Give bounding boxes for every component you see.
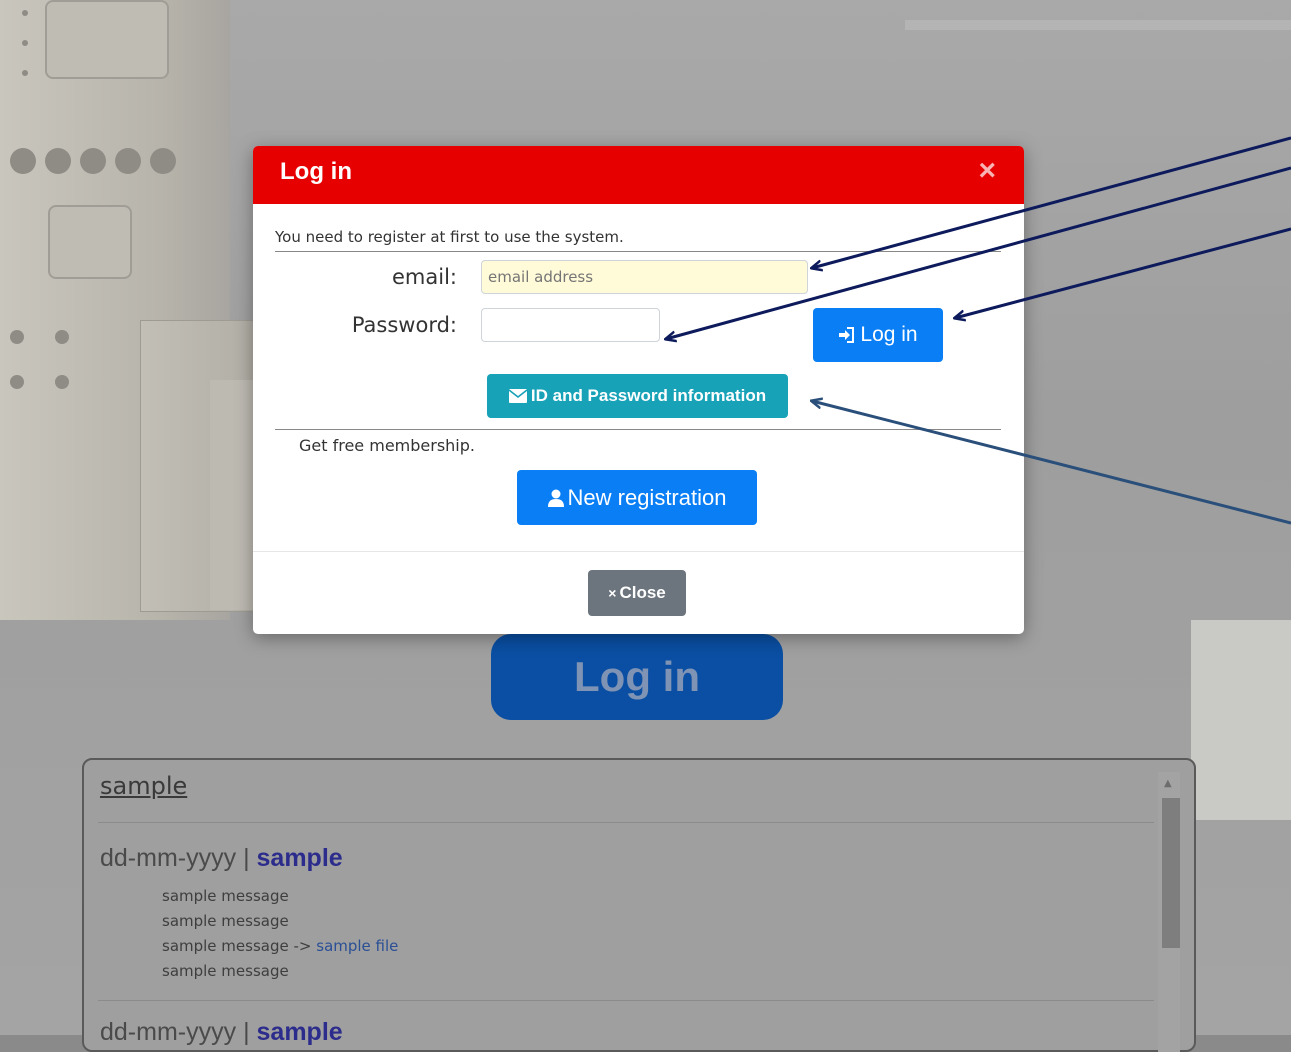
modal-footer-divider <box>253 551 1024 552</box>
scrollbar-thumb[interactable] <box>1162 798 1180 948</box>
close-icon[interactable]: × <box>978 154 996 188</box>
divider <box>275 429 1001 430</box>
sign-in-icon <box>839 327 855 343</box>
new-registration-button[interactable]: New registration <box>517 470 757 525</box>
modal-title: Log in <box>280 158 352 185</box>
password-field[interactable] <box>481 308 660 342</box>
news-message: sample message <box>162 912 289 930</box>
news-separator: | <box>243 844 250 872</box>
news-panel: sample dd-mm-yyyy | sample sample messag… <box>82 758 1196 1052</box>
membership-text: Get free membership. <box>299 436 475 455</box>
news-item-link[interactable]: sample <box>257 1018 343 1046</box>
news-divider <box>98 822 1154 823</box>
news-file-link[interactable]: sample file <box>316 937 398 955</box>
close-button-label: Close <box>619 583 666 602</box>
news-divider <box>98 1000 1154 1001</box>
id-password-info-label: ID and Password information <box>530 386 767 405</box>
email-field[interactable] <box>481 260 808 294</box>
news-message: sample message <box>162 887 289 905</box>
news-title[interactable]: sample <box>100 772 187 800</box>
close-button[interactable]: × Close <box>588 570 686 616</box>
scroll-up-icon[interactable]: ▲ <box>1164 778 1172 789</box>
id-password-info-button[interactable]: ID and Password information <box>487 374 788 418</box>
background-login-button: Log in <box>491 634 783 720</box>
news-scrollbar[interactable]: ▲ <box>1158 772 1180 1052</box>
register-intro-text: You need to register at first to use the… <box>275 228 624 246</box>
news-separator: | <box>243 1018 250 1046</box>
envelope-icon <box>508 389 527 403</box>
new-registration-label: New registration <box>567 484 727 510</box>
news-item-header: dd-mm-yyyy | sample <box>100 844 343 873</box>
user-icon <box>547 489 564 507</box>
news-message: sample message -> sample file <box>162 937 399 955</box>
news-message: sample message <box>162 962 289 980</box>
password-label: Password: <box>351 313 457 337</box>
background-decor-line <box>905 20 1291 30</box>
login-modal: Log in × You need to register at first t… <box>253 146 1024 634</box>
divider <box>275 251 1001 252</box>
close-small-icon: × <box>608 585 617 601</box>
modal-header: Log in × <box>253 146 1024 204</box>
background-decor <box>1191 620 1291 820</box>
news-item-header: dd-mm-yyyy | sample <box>100 1018 343 1047</box>
news-date: dd-mm-yyyy <box>100 844 237 872</box>
login-button-label: Log in <box>860 323 918 346</box>
login-button[interactable]: Log in <box>813 308 943 362</box>
email-label: email: <box>392 265 457 289</box>
news-item-messages: sample message sample message sample mes… <box>162 884 398 984</box>
news-date: dd-mm-yyyy <box>100 1018 237 1046</box>
news-item-link[interactable]: sample <box>257 844 343 872</box>
